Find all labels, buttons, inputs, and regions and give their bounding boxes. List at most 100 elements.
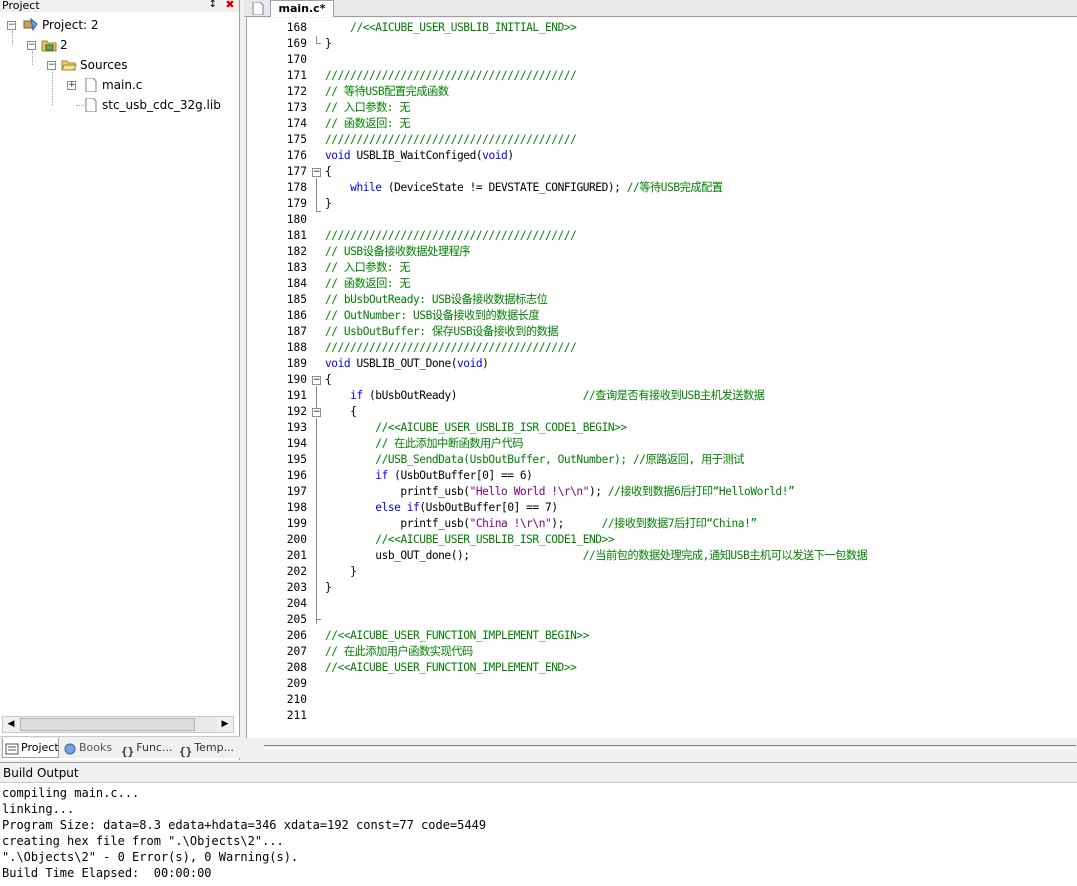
code-line[interactable]: printf_usb("China !\r\n"); //接收到数据7后打印“C…	[325, 516, 757, 532]
code-line[interactable]: ////////////////////////////////////////	[325, 340, 577, 356]
close-icon[interactable]: ✖	[223, 0, 237, 11]
project-tab-icon	[5, 742, 19, 755]
code-line[interactable]: void USBLIB_WaitConfiged(void)	[325, 148, 514, 164]
scroll-right-icon[interactable]: ▶	[217, 717, 233, 732]
code-line[interactable]: {	[325, 372, 332, 388]
file-icon	[251, 1, 265, 16]
tab-main-c[interactable]: main.c*	[252, 0, 334, 17]
code-line[interactable]: if (UsbOutBuffer[0] == 6)	[325, 468, 533, 484]
code-editor[interactable]: 168 169 170 171 172 173 174 175 176 177 178 179 180 1…	[246, 18, 1077, 738]
line-number: 205	[286, 613, 307, 626]
fold-end-marker	[316, 204, 321, 212]
code-line[interactable]: // 在此添加用户函数实现代码	[325, 644, 473, 660]
code-line[interactable]: ////////////////////////////////////////	[325, 228, 577, 244]
pin-icon[interactable]: ↕	[209, 0, 217, 10]
build-output-title: Build Output	[0, 763, 1077, 783]
tree-item-target[interactable]: 2	[41, 36, 68, 54]
tree-item-file[interactable]: main.c	[83, 76, 142, 94]
code-line[interactable]: // bUsbOutReady: USB设备接收数据标志位	[325, 292, 548, 308]
code-line[interactable]: void USBLIB_OUT_Done(void)	[325, 356, 489, 372]
fold-line	[316, 386, 317, 408]
code-line[interactable]: //<<AICUBE_USER_USBLIB_ISR_CODE1_END>>	[325, 532, 614, 548]
books-icon	[63, 742, 77, 755]
line-number: 170	[286, 53, 307, 66]
fold-line	[316, 418, 317, 624]
collapse-icon[interactable]: −	[27, 41, 36, 50]
fold-collapse-icon[interactable]: −	[312, 168, 321, 177]
fold-collapse-icon[interactable]: −	[312, 376, 321, 385]
editor-tab-bar: main.c*	[244, 0, 1077, 17]
line-number: 204	[286, 597, 307, 610]
code-line[interactable]: usb_OUT_done(); //当前包的数据处理完成,通知USB主机可以发送…	[325, 548, 868, 564]
scroll-left-icon[interactable]: ◀	[3, 717, 19, 732]
project-icon	[23, 17, 39, 32]
code-line[interactable]: while (DeviceState != DEVSTATE_CONFIGURE…	[325, 180, 723, 196]
build-output-text[interactable]: compiling main.c... linking... Program Siz…	[2, 785, 486, 881]
line-number: 169	[286, 37, 307, 50]
line-number: 177	[286, 165, 307, 178]
code-line[interactable]: // 函数返回: 无	[325, 276, 411, 292]
line-number: 207	[286, 645, 307, 658]
code-line[interactable]: // 入口参数: 无	[325, 100, 411, 116]
tree-item-file[interactable]: stc_usb_cdc_32g.lib	[83, 96, 221, 114]
project-horizontal-scrollbar[interactable]: ◀ ▶	[2, 716, 234, 733]
code-line[interactable]: }	[325, 196, 332, 212]
line-number: 186	[286, 309, 307, 322]
code-line[interactable]: {	[325, 404, 357, 420]
tab-books[interactable]: Books	[61, 738, 117, 758]
fold-end-marker	[316, 36, 321, 44]
code-line[interactable]: // OutNumber: USB设备接收到的数据长度	[325, 308, 540, 324]
code-line[interactable]: }	[325, 36, 332, 52]
line-number: 210	[286, 693, 307, 706]
build-output-line: Build Time Elapsed: 00:00:00	[2, 866, 212, 880]
tree-item-sources[interactable]: Sources	[61, 56, 127, 74]
collapse-icon[interactable]: −	[47, 61, 56, 70]
code-line[interactable]: {	[325, 164, 332, 180]
line-number: 208	[286, 661, 307, 674]
code-line[interactable]: ////////////////////////////////////////	[325, 132, 577, 148]
code-line[interactable]: // USB设备接收数据处理程序	[325, 244, 471, 260]
line-number: 178	[286, 181, 307, 194]
expand-icon[interactable]: +	[67, 81, 76, 90]
fold-collapse-icon[interactable]: −	[312, 408, 321, 417]
line-number: 172	[286, 85, 307, 98]
line-number: 195	[286, 453, 307, 466]
code-line[interactable]: //<<AICUBE_USER_FUNCTION_IMPLEMENT_END>>	[325, 660, 577, 676]
code-line[interactable]: // 函数返回: 无	[325, 116, 411, 132]
code-line[interactable]: if (bUsbOutReady) //查询是否有接收到USB主机发送数据	[325, 388, 765, 404]
editor-horizontal-scrollbar[interactable]	[246, 738, 1077, 758]
target-folder-icon	[41, 38, 57, 52]
line-number: 168	[286, 21, 307, 34]
code-line[interactable]: // 在此添加中断函数用户代码	[325, 436, 523, 452]
line-number: 209	[286, 677, 307, 690]
code-line[interactable]: ////////////////////////////////////////	[325, 68, 577, 84]
code-line[interactable]: //USB_SendData(UsbOutBuffer, OutNumber);…	[325, 452, 744, 468]
code-line[interactable]: printf_usb("Hello World !\r\n"); //接收到数据…	[325, 484, 794, 500]
code-line[interactable]: }	[325, 580, 332, 596]
line-number: 206	[286, 629, 307, 642]
code-line[interactable]: else if(UsbOutBuffer[0] == 7)	[325, 500, 558, 516]
collapse-icon[interactable]: −	[7, 21, 16, 30]
line-number: 180	[286, 213, 307, 226]
tab-templates[interactable]: {} Temp...	[177, 738, 237, 758]
tab-functions[interactable]: {} Func...	[119, 738, 175, 758]
code-line[interactable]: }	[325, 564, 357, 580]
scroll-thumb[interactable]	[20, 718, 195, 731]
folder-open-icon	[61, 58, 77, 72]
line-number: 182	[286, 245, 307, 258]
code-line[interactable]: //<<AICUBE_USER_USBLIB_ISR_CODE1_BEGIN>>	[325, 420, 627, 436]
tree-item-project[interactable]: Project: 2	[23, 16, 99, 34]
line-number-gutter: 168 169 170 171 172 173 174 175 176 177 178 179 180 1…	[247, 18, 311, 738]
line-number: 175	[286, 133, 307, 146]
code-line[interactable]: // 等待USB配置完成函数	[325, 84, 449, 100]
code-line[interactable]: //<<AICUBE_USER_USBLIB_INITIAL_END>>	[325, 20, 577, 36]
code-line[interactable]: // 入口参数: 无	[325, 260, 411, 276]
code-line[interactable]: // UsbOutBuffer: 保存USB设备接收到的数据	[325, 324, 559, 340]
tab-project[interactable]: Project	[2, 738, 59, 758]
line-number: 202	[286, 565, 307, 578]
target-label: 2	[60, 38, 68, 52]
code-line[interactable]: //<<AICUBE_USER_FUNCTION_IMPLEMENT_BEGIN…	[325, 628, 589, 644]
scroll-track[interactable]	[264, 745, 1076, 749]
line-number: 185	[286, 293, 307, 306]
file-label: main.c	[102, 78, 143, 92]
